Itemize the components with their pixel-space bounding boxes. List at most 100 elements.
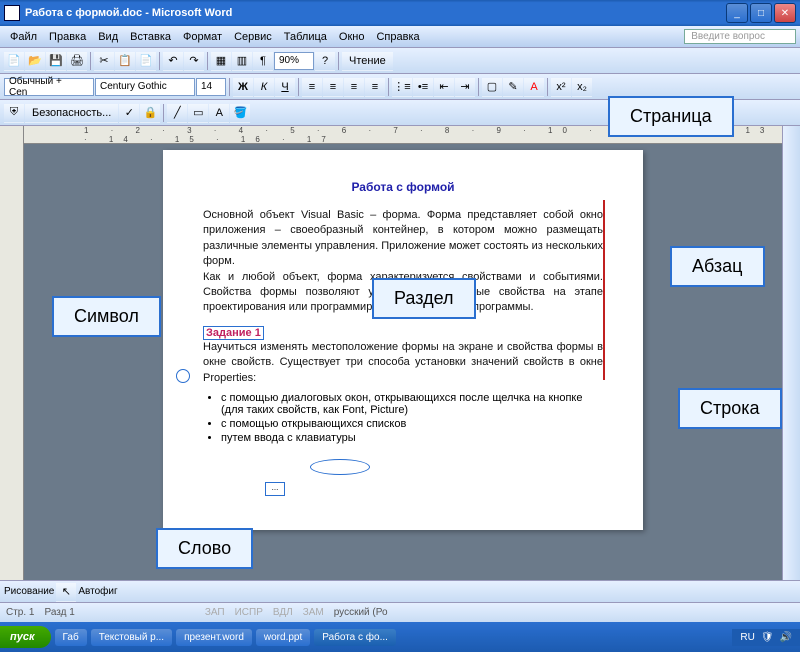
word-icon bbox=[4, 5, 20, 21]
menubar: Файл Правка Вид Вставка Формат Сервис Та… bbox=[0, 26, 800, 48]
status-lang: русский (Ро bbox=[334, 607, 388, 618]
vertical-ruler[interactable] bbox=[0, 126, 24, 580]
doc-paragraph-1: Основной объект Visual Basic – форма. Фо… bbox=[203, 208, 603, 270]
select-icon[interactable]: ↖ bbox=[56, 582, 76, 602]
task-button[interactable]: Текстовый р... bbox=[91, 629, 172, 646]
standard-toolbar: 📄 📂 💾 🖨 ✂ 📋 📄 ↶ ↷ ▦ ▥ ¶ 90% ? Чтение bbox=[0, 48, 800, 74]
align-center-icon[interactable]: ≡ bbox=[323, 77, 343, 97]
callout-word: Слово bbox=[156, 528, 253, 569]
menu-table[interactable]: Таблица bbox=[278, 29, 333, 45]
statusbar: Стр. 1 Разд 1 ЗАП ИСПР ВДЛ ЗАМ русский (… bbox=[0, 602, 800, 622]
numbered-list-icon[interactable]: ⋮≡ bbox=[392, 77, 412, 97]
security-tool2-icon[interactable]: 🔒 bbox=[140, 103, 160, 123]
task-button-active[interactable]: Работа с фо... bbox=[314, 629, 396, 646]
tray-icon[interactable]: 🛡 bbox=[761, 632, 774, 643]
list-item: с помощью открывающихся списков bbox=[221, 418, 603, 430]
subscript-icon[interactable]: x₂ bbox=[572, 77, 592, 97]
callout-page: Страница bbox=[608, 96, 734, 137]
security-tool-icon[interactable]: ✓ bbox=[119, 103, 139, 123]
list-item: путем ввода с клавиатуры bbox=[221, 432, 603, 444]
word-annotation-ellipse bbox=[310, 459, 370, 475]
status-section: Разд 1 bbox=[44, 607, 74, 618]
ellipsis-button-placeholder: ... bbox=[265, 482, 285, 496]
help-question-input[interactable]: Введите вопрос bbox=[684, 29, 796, 44]
system-tray[interactable]: RU 🛡 🔊 bbox=[732, 629, 800, 646]
callout-line: Строка bbox=[678, 388, 782, 429]
document-workspace: 1 · 2 · 3 · 4 · 5 · 6 · 7 · 8 · 9 · 10 ·… bbox=[0, 126, 800, 580]
shield-icon[interactable]: ⛨ bbox=[4, 103, 24, 123]
highlight-icon[interactable]: ✎ bbox=[503, 77, 523, 97]
maximize-button[interactable]: □ bbox=[750, 3, 772, 23]
minimize-button[interactable]: _ bbox=[726, 3, 748, 23]
autoshapes-menu[interactable]: Автофиг bbox=[78, 586, 117, 597]
align-left-icon[interactable]: ≡ bbox=[302, 77, 322, 97]
cut-icon[interactable]: ✂ bbox=[94, 51, 114, 71]
callout-section: Раздел bbox=[372, 278, 476, 319]
undo-icon[interactable]: ↶ bbox=[163, 51, 183, 71]
style-combo[interactable]: Обычный + Cen bbox=[4, 78, 94, 96]
fontsize-combo[interactable]: 14 bbox=[196, 78, 226, 96]
vertical-scrollbar[interactable] bbox=[782, 126, 800, 580]
save-icon[interactable]: 💾 bbox=[46, 51, 66, 71]
window-title: Работа с формой.doc - Microsoft Word bbox=[25, 7, 726, 19]
symbol-annotation-circle bbox=[176, 369, 190, 383]
bold-icon[interactable]: Ж bbox=[233, 77, 253, 97]
text-tool-icon[interactable]: A bbox=[209, 103, 229, 123]
zoom-combo[interactable]: 90% bbox=[274, 52, 314, 70]
menu-service[interactable]: Сервис bbox=[228, 29, 278, 45]
menu-file[interactable]: Файл bbox=[4, 29, 43, 45]
security-button[interactable]: Безопасность... bbox=[25, 103, 118, 123]
list-item: с помощью диалоговых окон, открывающихся… bbox=[221, 392, 603, 416]
border-icon[interactable]: ▢ bbox=[482, 77, 502, 97]
document-area[interactable]: 1 · 2 · 3 · 4 · 5 · 6 · 7 · 8 · 9 · 10 ·… bbox=[24, 126, 782, 580]
menu-insert[interactable]: Вставка bbox=[124, 29, 177, 45]
status-page: Стр. 1 bbox=[6, 607, 34, 618]
font-color-icon[interactable]: A bbox=[524, 77, 544, 97]
new-doc-icon[interactable]: 📄 bbox=[4, 51, 24, 71]
outdent-icon[interactable]: ⇤ bbox=[434, 77, 454, 97]
task-button[interactable]: word.ppt bbox=[256, 629, 310, 646]
font-combo[interactable]: Century Gothic bbox=[95, 78, 195, 96]
menu-view[interactable]: Вид bbox=[92, 29, 124, 45]
menu-edit[interactable]: Правка bbox=[43, 29, 92, 45]
menu-help[interactable]: Справка bbox=[370, 29, 425, 45]
document-page[interactable]: Работа с формой Основной объект Visual B… bbox=[163, 150, 643, 530]
redo-icon[interactable]: ↷ bbox=[184, 51, 204, 71]
bullet-list-icon[interactable]: •≡ bbox=[413, 77, 433, 97]
indent-icon[interactable]: ⇥ bbox=[455, 77, 475, 97]
doc-task-heading: Задание 1 bbox=[203, 326, 264, 340]
tray-icon[interactable]: 🔊 bbox=[780, 632, 792, 643]
table-icon[interactable]: ▦ bbox=[211, 51, 231, 71]
superscript-icon[interactable]: x² bbox=[551, 77, 571, 97]
underline-icon[interactable]: Ч bbox=[275, 77, 295, 97]
start-button[interactable]: пуск bbox=[0, 626, 51, 648]
align-justify-icon[interactable]: ≡ bbox=[365, 77, 385, 97]
window-titlebar: Работа с формой.doc - Microsoft Word _ □… bbox=[0, 0, 800, 26]
print-icon[interactable]: 🖨 bbox=[67, 51, 87, 71]
open-icon[interactable]: 📂 bbox=[25, 51, 45, 71]
rect-tool-icon[interactable]: ▭ bbox=[188, 103, 208, 123]
menu-window[interactable]: Окно bbox=[333, 29, 371, 45]
window-controls: _ □ ✕ bbox=[726, 3, 796, 23]
menu-format[interactable]: Формат bbox=[177, 29, 228, 45]
help-icon[interactable]: ? bbox=[315, 51, 335, 71]
paste-icon[interactable]: 📄 bbox=[136, 51, 156, 71]
line-tool-icon[interactable]: ╱ bbox=[167, 103, 187, 123]
drawing-menu[interactable]: Рисование bbox=[4, 586, 54, 597]
read-mode-button[interactable]: Чтение bbox=[342, 51, 393, 71]
columns-icon[interactable]: ▥ bbox=[232, 51, 252, 71]
status-ext: ВДЛ bbox=[273, 607, 293, 618]
status-fix: ИСПР bbox=[235, 607, 263, 618]
doc-paragraph-3: Научиться изменять местоположение формы … bbox=[203, 340, 603, 386]
fill-tool-icon[interactable]: 🪣 bbox=[230, 103, 250, 123]
task-button[interactable]: презент.word bbox=[176, 629, 252, 646]
windows-taskbar: пуск Габ Текстовый р... презент.word wor… bbox=[0, 622, 800, 652]
copy-icon[interactable]: 📋 bbox=[115, 51, 135, 71]
status-rec: ЗАП bbox=[205, 607, 225, 618]
show-marks-icon[interactable]: ¶ bbox=[253, 51, 273, 71]
align-right-icon[interactable]: ≡ bbox=[344, 77, 364, 97]
italic-icon[interactable]: К bbox=[254, 77, 274, 97]
close-button[interactable]: ✕ bbox=[774, 3, 796, 23]
task-button[interactable]: Габ bbox=[55, 629, 87, 646]
tray-lang[interactable]: RU bbox=[740, 632, 754, 643]
